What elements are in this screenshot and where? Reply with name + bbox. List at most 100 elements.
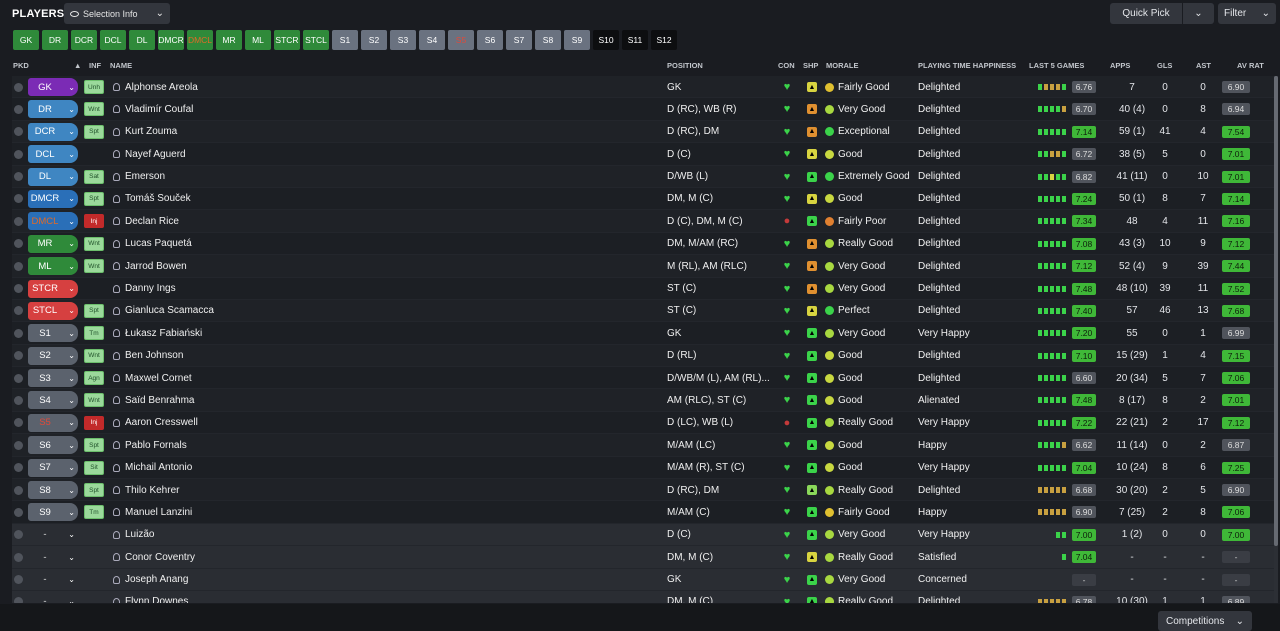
heart-icon[interactable]: ♥ (779, 479, 795, 501)
col-inf[interactable]: INF (89, 61, 101, 70)
heart-icon[interactable]: ♥ (779, 121, 795, 143)
table-row[interactable]: - ⌄ Flynn Downes DM, M (C) ♥ ▲ Really Good Deli… (12, 590, 1274, 603)
morale-cell[interactable]: Very Good (825, 278, 925, 300)
table-row[interactable]: S4 ⌄ Wnt Saïd Benrahma AM (RLC), ST (C) ♥ ▲ Goo… (12, 389, 1274, 412)
last5-cell[interactable]: 6.76 (1030, 76, 1096, 98)
col-playing-time[interactable]: PLAYING TIME HAPPINESS (918, 61, 1016, 70)
table-row[interactable]: - ⌄ Conor Coventry DM, M (C) ♥ ▲ Really Good Sa… (12, 546, 1274, 569)
last5-cell[interactable]: 7.48 (1030, 389, 1096, 411)
position-selector[interactable]: - ⌄ (28, 571, 78, 589)
morale-cell[interactable]: Exceptional (825, 121, 925, 143)
chevron-down-icon[interactable]: ⌄ (1183, 8, 1214, 19)
morale-cell[interactable]: Fairly Good (825, 76, 925, 98)
morale-cell[interactable]: Good (825, 367, 925, 389)
last5-cell[interactable]: 6.68 (1030, 479, 1096, 501)
select-checkbox[interactable] (14, 278, 26, 300)
table-row[interactable]: DL ⌄ Sat Emerson D/WB (L) ♥ ▲ Extremely Good Del… (12, 165, 1274, 188)
morale-cell[interactable]: Good (825, 143, 925, 165)
player-name-cell[interactable]: Joseph Anang (113, 569, 413, 591)
table-row[interactable]: S6 ⌄ Spt Pablo Fornals M/AM (LC) ♥ ▲ Good Happy 6… (12, 434, 1274, 457)
selection-info-button[interactable]: Selection Info ⌄ (64, 3, 170, 24)
last5-cell[interactable]: 6.72 (1030, 143, 1096, 165)
player-name-cell[interactable]: Ben Johnson (113, 345, 413, 367)
player-name[interactable]: Emerson (125, 171, 165, 182)
table-row[interactable]: - ⌄ Joseph Anang GK ♥ ▲ Very Good Concerned - - - -… (12, 568, 1274, 591)
morale-cell[interactable]: Really Good (825, 412, 925, 434)
position-selector[interactable]: S4 ⌄ (28, 391, 78, 410)
morale-cell[interactable]: Perfect (825, 300, 925, 322)
sharpness-cell[interactable]: ▲ (804, 479, 820, 501)
select-checkbox[interactable] (14, 591, 26, 603)
select-checkbox[interactable] (14, 322, 26, 344)
heart-icon[interactable]: ♥ (779, 300, 795, 322)
morale-cell[interactable]: Good (825, 389, 925, 411)
select-checkbox[interactable] (14, 300, 26, 322)
table-row[interactable]: S1 ⌄ Tm Łukasz Fabiański GK ♥ ▲ Very Good Very H… (12, 322, 1274, 345)
sort-arrow-icon[interactable]: ▲ (74, 61, 81, 70)
position-button-s11[interactable]: S11 (622, 30, 648, 50)
last5-cell[interactable]: 7.00 (1030, 524, 1096, 546)
sharpness-cell[interactable]: ▲ (804, 255, 820, 277)
select-checkbox[interactable] (14, 255, 26, 277)
morale-cell[interactable]: Really Good (825, 591, 925, 603)
last5-cell[interactable]: 7.10 (1030, 345, 1096, 367)
last5-cell[interactable]: 7.22 (1030, 412, 1096, 434)
table-row[interactable]: S7 ⌄ Sit Michail Antonio M/AM (R), ST (C) ♥ ▲ G… (12, 456, 1274, 480)
col-pkd[interactable]: PKD (13, 61, 29, 70)
player-name-cell[interactable]: Kurt Zouma (113, 121, 413, 143)
player-name[interactable]: Nayef Aguerd (125, 149, 186, 160)
table-row[interactable]: S3 ⌄ Agn Maxwel Cornet D/WB/M (L), AM (RL)..… (12, 367, 1274, 390)
heart-icon[interactable]: ♥ (779, 591, 795, 603)
sharpness-cell[interactable]: ▲ (804, 98, 820, 120)
status-badge[interactable]: Wnt (84, 259, 104, 274)
status-badge[interactable]: Unh (84, 80, 104, 94)
morale-cell[interactable]: Good (825, 345, 925, 367)
status-badge[interactable]: Spt (84, 438, 104, 453)
sharpness-cell[interactable]: ▲ (804, 121, 820, 143)
select-checkbox[interactable] (14, 389, 26, 411)
position-selector[interactable]: S9 ⌄ (28, 503, 78, 522)
player-name-cell[interactable]: Pablo Fornals (113, 434, 413, 456)
last5-cell[interactable]: 7.12 (1030, 255, 1096, 277)
morale-cell[interactable]: Very Good (825, 524, 925, 546)
position-selector[interactable]: S6 ⌄ (28, 436, 78, 455)
select-checkbox[interactable] (14, 457, 26, 479)
last5-cell[interactable]: 7.14 (1030, 121, 1096, 143)
heart-icon[interactable]: ♥ (779, 76, 795, 98)
status-badge[interactable]: Sat (84, 169, 104, 184)
select-checkbox[interactable] (14, 434, 26, 456)
player-name-cell[interactable]: Gianluca Scamacca (113, 300, 413, 322)
player-name[interactable]: Thilo Kehrer (125, 485, 179, 496)
player-name[interactable]: Ben Johnson (125, 350, 183, 361)
heart-icon[interactable]: ♥ (779, 98, 795, 120)
sharpness-cell[interactable]: ▲ (804, 457, 820, 479)
player-name[interactable]: Tomáš Souček (125, 193, 191, 204)
player-name-cell[interactable]: Luizão (113, 524, 413, 546)
select-checkbox[interactable] (14, 233, 26, 255)
morale-cell[interactable]: Very Good (825, 569, 925, 591)
col-last5[interactable]: LAST 5 GAMES (1029, 61, 1084, 70)
sharpness-cell[interactable]: ▲ (804, 278, 820, 300)
last5-cell[interactable]: 6.78 (1030, 591, 1096, 603)
table-row[interactable]: STCL ⌄ Spt Gianluca Scamacca ST (C) ♥ ▲ Perfect… (12, 299, 1274, 323)
player-name-cell[interactable]: Conor Coventry (113, 546, 413, 568)
select-checkbox[interactable] (14, 501, 26, 523)
player-name-cell[interactable]: Jarrod Bowen (113, 255, 413, 277)
player-name[interactable]: Jarrod Bowen (125, 261, 187, 272)
competitions-button[interactable]: Competitions ⌄ (1158, 611, 1252, 631)
position-button-mr[interactable]: MR (216, 30, 242, 50)
select-checkbox[interactable] (14, 524, 26, 546)
select-checkbox[interactable] (14, 367, 26, 389)
player-name-cell[interactable]: Vladimír Coufal (113, 98, 413, 120)
vertical-scrollbar[interactable] (1274, 76, 1278, 603)
col-gls[interactable]: GLS (1157, 61, 1172, 70)
position-selector[interactable]: S1 ⌄ (28, 324, 78, 343)
player-name-cell[interactable]: Tomáš Souček (113, 188, 413, 210)
position-button-dl[interactable]: DL (129, 30, 155, 50)
table-row[interactable]: S8 ⌄ Spt Thilo Kehrer D (RC), DM ♥ ▲ Really Goo… (12, 479, 1274, 502)
player-name[interactable]: Łukasz Fabiański (125, 328, 202, 339)
position-button-s2[interactable]: S2 (361, 30, 387, 50)
heart-icon[interactable]: ♥ (779, 501, 795, 523)
table-row[interactable]: ML ⌄ Wnt Jarrod Bowen M (RL), AM (RLC) ♥ ▲ Very… (12, 255, 1274, 278)
player-name-cell[interactable]: Łukasz Fabiański (113, 322, 413, 344)
